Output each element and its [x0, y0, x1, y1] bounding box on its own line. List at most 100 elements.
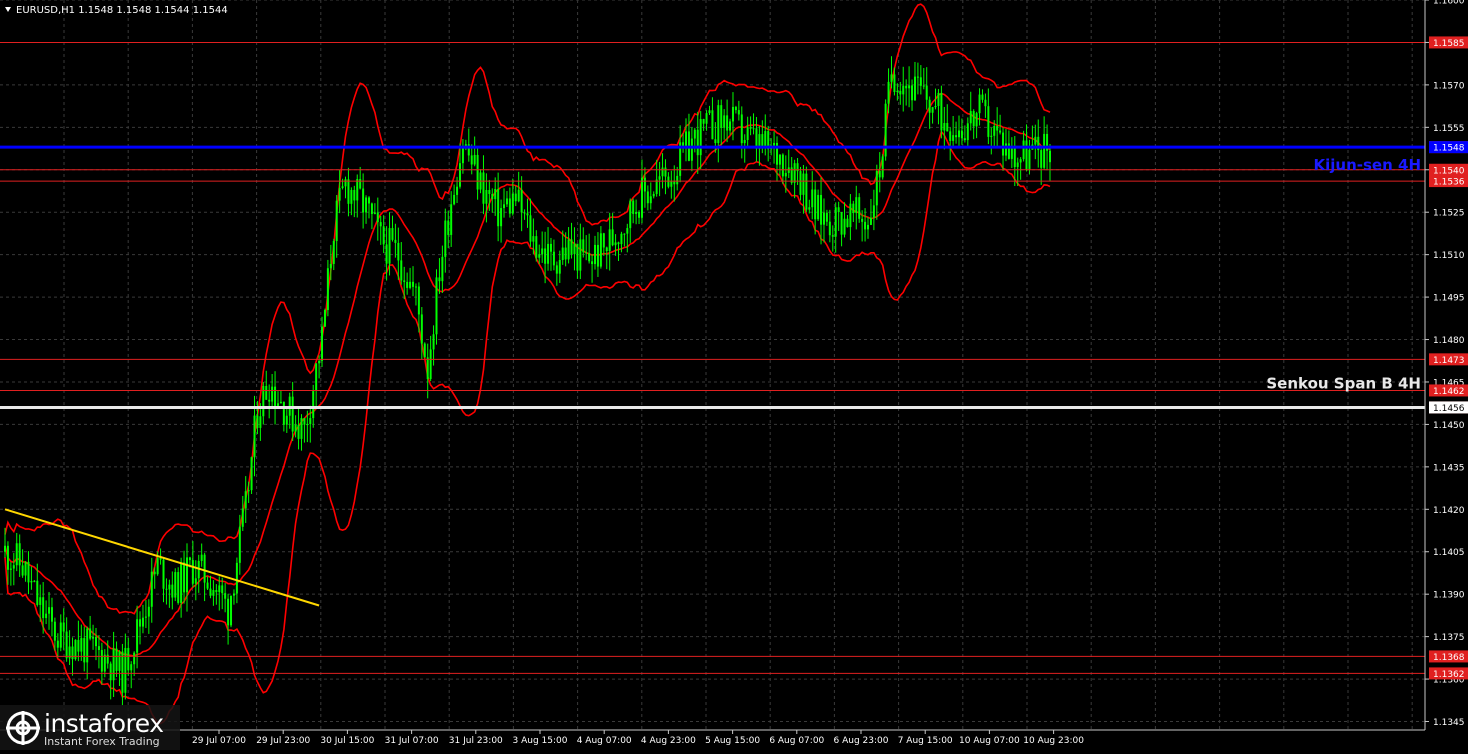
senkou-price-label: 1.1456 [1433, 404, 1465, 414]
candle-body [676, 175, 679, 185]
x-tick-label: 4 Aug 07:00 [577, 736, 632, 746]
candle-body [734, 106, 737, 111]
candle-body [309, 418, 312, 425]
candle-body [984, 99, 987, 107]
candle-body [36, 580, 39, 605]
candle-body [230, 595, 233, 626]
candle-body [549, 243, 552, 252]
x-tick-label: 31 Jul 07:00 [385, 736, 439, 746]
candle-body [56, 640, 59, 648]
candle-body [188, 557, 191, 561]
candle-body [570, 239, 573, 255]
x-tick-label: 7 Aug 15:00 [898, 736, 953, 746]
candle-body [362, 188, 365, 213]
y-tick-label: 1.1480 [1433, 336, 1465, 346]
candle-body [773, 142, 776, 146]
candle-body [268, 399, 271, 402]
candle-body [174, 572, 177, 598]
candle-body [940, 92, 943, 131]
level-price-label: 1.1540 [1433, 166, 1465, 176]
candle-body [365, 197, 368, 213]
candle-body [276, 403, 279, 406]
candle-body [817, 194, 820, 220]
candle-body [65, 631, 68, 659]
level-price-label: 1.1368 [1433, 653, 1465, 663]
candle-body [916, 76, 919, 78]
candle-body [370, 203, 373, 215]
candle-body [514, 193, 517, 202]
level-price-label: 1.1462 [1433, 387, 1465, 397]
candle-body [626, 228, 629, 234]
candle-body [911, 85, 914, 101]
y-tick-label: 1.1510 [1433, 251, 1465, 261]
candle-body [388, 228, 391, 264]
candle-body [391, 228, 394, 240]
candle-body [92, 636, 95, 639]
y-tick-label: 1.1420 [1433, 506, 1465, 516]
candle-body [291, 396, 294, 432]
candle-body [447, 220, 450, 235]
candle-body [259, 416, 262, 428]
candle-body [555, 265, 558, 274]
candle-body [608, 229, 611, 252]
candle-body [905, 85, 908, 89]
candle-body [62, 622, 65, 632]
candle-body [429, 349, 432, 379]
candle-body [867, 224, 870, 230]
candle-body [975, 113, 978, 127]
candle-body [194, 578, 197, 584]
candle-body [611, 229, 614, 246]
candle-body [42, 597, 45, 619]
candle-body [617, 242, 620, 245]
candle-body [473, 154, 476, 165]
candle-body [922, 85, 925, 87]
candle-body [1002, 132, 1005, 156]
candle-body [799, 171, 802, 195]
candle-body [805, 173, 808, 210]
candle-body [332, 241, 335, 264]
candle-body [109, 663, 112, 681]
candle-body [39, 597, 42, 605]
candle-body [80, 638, 83, 652]
candle-body [981, 94, 984, 100]
candle-body [878, 170, 881, 178]
candle-body [541, 248, 544, 255]
candle-body [83, 638, 86, 663]
candle-body [743, 139, 746, 144]
candle-body [784, 172, 787, 177]
candle-body [969, 111, 972, 124]
level-price-label: 1.1585 [1433, 39, 1465, 49]
y-tick-label: 1.1390 [1433, 591, 1465, 601]
candle-body [605, 247, 608, 252]
candle-body [558, 260, 561, 274]
candle-body [996, 125, 999, 131]
candle-body [203, 554, 206, 583]
candle-body [740, 114, 743, 144]
x-tick-label: 3 Aug 15:00 [513, 736, 568, 746]
candle-body [285, 415, 288, 425]
candle-body [632, 200, 635, 214]
candle-body [652, 193, 655, 197]
level-price-label: 1.1362 [1433, 670, 1465, 680]
candle-body [693, 129, 696, 139]
chart-area: 1.1600 1.1585 1.1570 1.1555 1.1540 1.1525 1.15… [0, 0, 1468, 750]
candle-body [247, 490, 250, 492]
candle-body [274, 386, 277, 406]
candle-body [990, 135, 993, 137]
brand-name: instaforex [44, 709, 164, 738]
candle-body [385, 244, 388, 264]
candle-body [1004, 143, 1007, 156]
candle-body [958, 130, 961, 138]
candle-body [846, 218, 849, 228]
candle-body [949, 131, 952, 141]
x-tick-label: 31 Jul 23:00 [449, 736, 503, 746]
candle-body [420, 314, 423, 344]
x-tick-label: 29 Jul 07:00 [192, 736, 246, 746]
candle-body [588, 253, 591, 262]
candle-body [508, 198, 511, 214]
candle-body [1043, 133, 1046, 168]
candle-body [453, 194, 456, 205]
candle-body [594, 244, 597, 265]
candle-body [993, 125, 996, 136]
level-price-label: 1.1536 [1433, 178, 1465, 188]
